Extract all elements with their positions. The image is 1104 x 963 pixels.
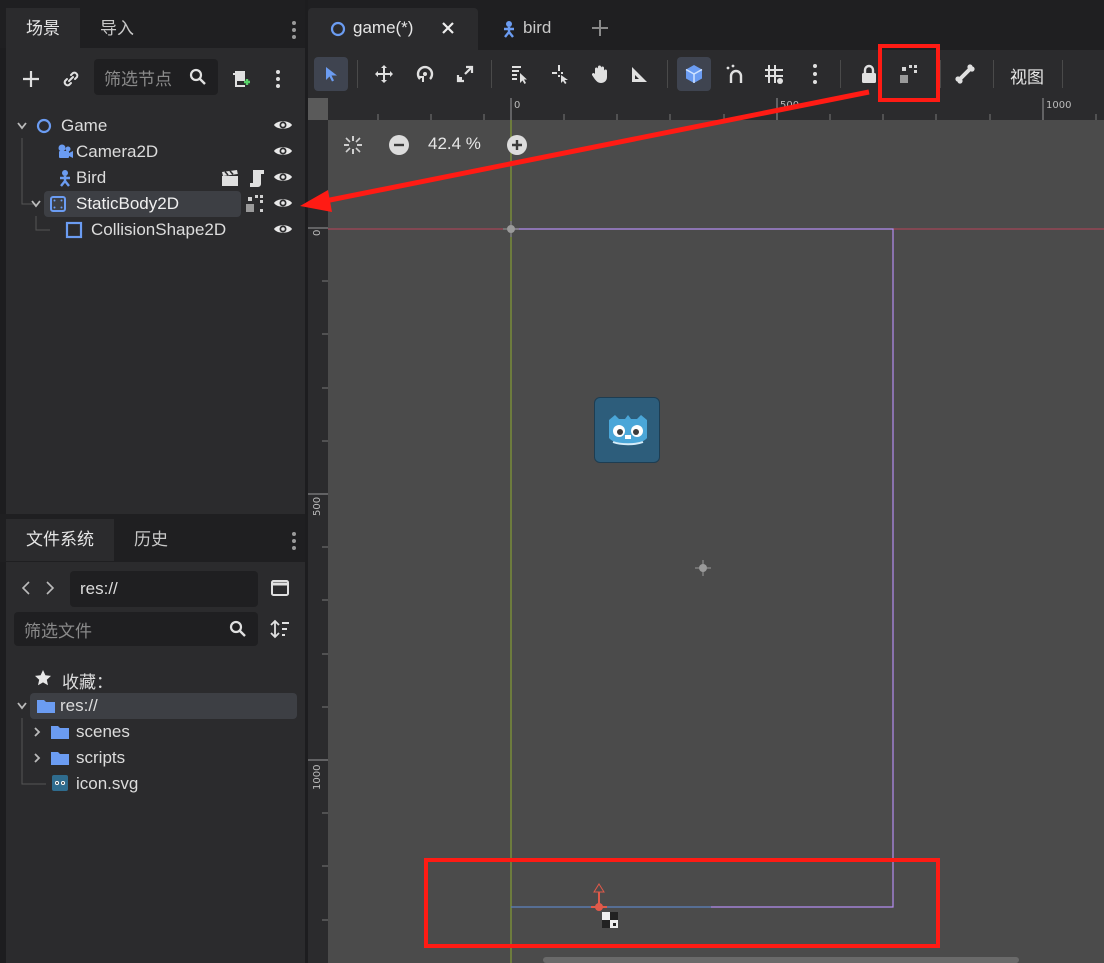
annotation-arrow (300, 89, 870, 212)
